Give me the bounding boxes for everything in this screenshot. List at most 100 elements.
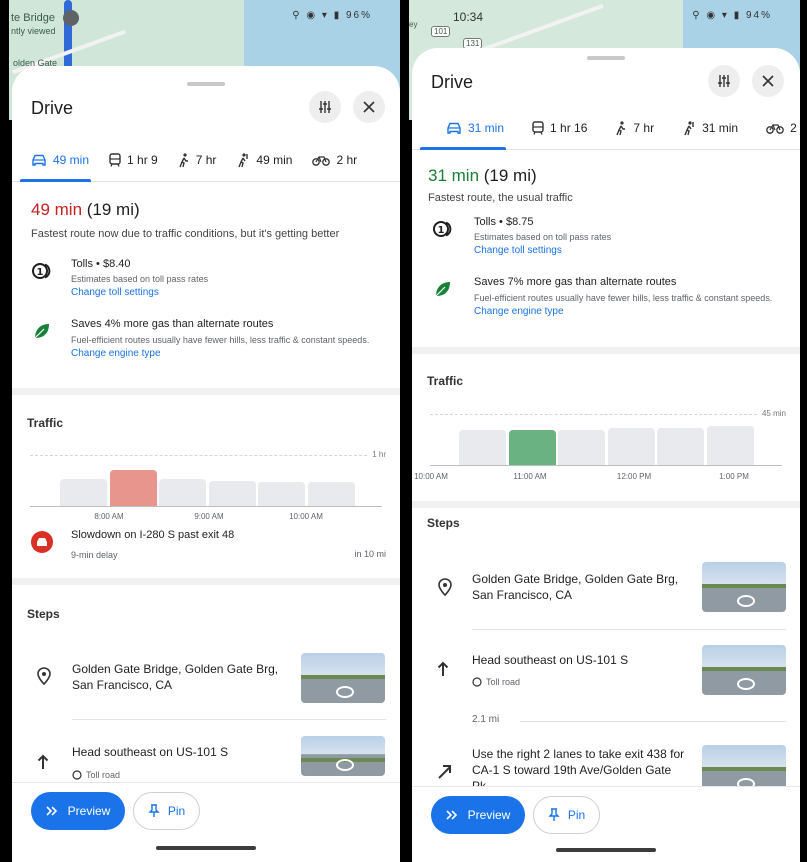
location-pin-icon: [438, 578, 452, 601]
street-view-thumbnail[interactable]: [702, 645, 786, 695]
chart-tick-label: 12:00 PM: [616, 472, 652, 481]
chart-tick-label: 1:00 PM: [719, 472, 749, 481]
pin-button[interactable]: Pin: [533, 796, 600, 834]
street-view-thumbnail[interactable]: [301, 736, 385, 776]
chart-tick-label: 8:00 AM: [94, 512, 124, 521]
status-icons: ⚲ ◉ ▾ ▮ 96%: [292, 10, 372, 21]
pin-button[interactable]: Pin: [133, 792, 200, 830]
step-item[interactable]: Golden Gate Bridge, Golden Gate Brg, San…: [427, 562, 786, 612]
chart-bar: [706, 426, 754, 465]
eta-distance: (19 mi): [86, 200, 140, 219]
step-text: Head southeast on US-101 S: [72, 745, 229, 759]
car-icon: [32, 154, 46, 166]
street-view-thumbnail[interactable]: [301, 653, 385, 703]
slowdown-alert[interactable]: Slowdown on I-280 S past exit 48 9-min d…: [31, 529, 386, 561]
eta-note: Fastest route, the usual traffic: [428, 192, 573, 204]
pin-label: Pin: [167, 804, 186, 818]
chart-bar: [60, 479, 107, 506]
eco-note: Fuel-efficient routes usually have fewer…: [474, 293, 773, 303]
step-item[interactable]: Golden Gate Bridge, Golden Gate Brg, San…: [27, 653, 386, 703]
double-chevron-icon: [46, 806, 57, 816]
tab-walk[interactable]: 7 hr: [597, 108, 664, 148]
phone-screen-right: 101 131 ey 10:34 ⚲ ◉ ▾ ▮ 94% Drive 31 mi…: [409, 0, 800, 862]
slowdown-text: Slowdown on I-280 S past exit 48: [71, 529, 235, 541]
eta: 31 min (19 mi): [428, 166, 788, 186]
ride-hail-icon: [684, 120, 694, 135]
change-engine-type-link[interactable]: Change engine type: [474, 306, 774, 317]
tab-label: 7 hr: [195, 153, 217, 167]
slowdown-distance: in 10 mi: [354, 549, 386, 559]
preview-button[interactable]: Preview: [431, 796, 525, 834]
change-toll-settings-link[interactable]: Change toll settings: [71, 287, 208, 298]
tab-transit[interactable]: 1 hr 16: [514, 108, 597, 148]
ride-hail-icon: [238, 152, 249, 167]
step-item[interactable]: Head southeast on US-101 S Toll road: [27, 736, 386, 780]
tune-icon: [319, 101, 331, 113]
tab-drive[interactable]: 31 min: [412, 108, 514, 150]
chart-baseline: [430, 465, 782, 466]
preview-button[interactable]: Preview: [31, 792, 125, 830]
chart-bar: [607, 428, 655, 465]
slowdown-icon-wrap: [31, 529, 59, 561]
tab-label: 7 hr: [633, 121, 655, 135]
tab-drive[interactable]: 49 min: [12, 140, 99, 182]
pin-label: Pin: [567, 808, 586, 822]
walk-icon: [616, 120, 626, 135]
tab-label: 2: [790, 121, 797, 135]
step-item[interactable]: Head southeast on US-101 S Toll road: [427, 645, 786, 695]
steps-title: Steps: [27, 607, 60, 621]
tab-walk[interactable]: 7 hr: [168, 140, 227, 180]
eta-time: 31 min: [428, 166, 480, 185]
eta-note: Fastest route now due to traffic conditi…: [31, 228, 340, 240]
bike-icon: [312, 156, 331, 166]
route-options-button[interactable]: [708, 65, 740, 97]
step-text: Golden Gate Bridge, Golden Gate Brg, San…: [72, 662, 279, 692]
chart-tick-label: 10:00 AM: [289, 512, 323, 521]
highway-shield: 101: [431, 26, 451, 37]
close-button[interactable]: [353, 91, 385, 123]
change-toll-settings-link[interactable]: Change toll settings: [474, 245, 611, 256]
tab-ride-hail[interactable]: 31 min: [664, 108, 748, 148]
tab-label: 2 hr: [336, 153, 358, 167]
chart-bar: [508, 430, 556, 465]
status-time: 10:34: [453, 10, 484, 24]
preview-label: Preview: [467, 808, 511, 822]
close-button[interactable]: [752, 65, 784, 97]
eta-distance: (19 mi): [483, 166, 537, 185]
tolls-info: 1 Tolls • $8.40 Estimates based on toll …: [31, 258, 386, 298]
transit-icon: [109, 153, 121, 167]
route-options-button[interactable]: [309, 91, 341, 123]
step-divider: [520, 721, 786, 722]
double-chevron-icon: [446, 810, 457, 820]
chart-tick-label: 9:00 AM: [194, 512, 224, 521]
arrow-up-icon: [37, 754, 49, 775]
eco-note: Fuel-efficient routes usually have fewer…: [71, 335, 370, 345]
toll-price: Tolls • $8.75: [474, 216, 534, 228]
section-divider: [412, 501, 800, 508]
traffic-title: Traffic: [427, 374, 464, 388]
tab-ride-hail[interactable]: 49 min: [226, 140, 302, 180]
drag-handle[interactable]: [187, 82, 225, 86]
change-engine-type-link[interactable]: Change engine type: [71, 348, 371, 359]
tab-label: 31 min: [468, 121, 505, 135]
step-text: Golden Gate Bridge, Golden Gate Brg, San…: [472, 572, 679, 602]
toll-note: Estimates based on toll pass rates: [474, 232, 612, 242]
close-icon: [363, 101, 375, 113]
tab-label: 1 hr 9: [127, 153, 158, 167]
chart-baseline: [30, 506, 382, 507]
page-title: Drive: [31, 98, 74, 118]
step-subtext: Toll road: [472, 677, 520, 687]
gesture-nav-bar[interactable]: [156, 846, 256, 850]
tab-transit[interactable]: 1 hr 9: [99, 140, 168, 180]
drag-handle[interactable]: [587, 56, 625, 60]
step-distance: 2.1 mi: [472, 714, 506, 725]
tab-bike[interactable]: 2 hr: [302, 140, 367, 180]
eco-savings: Saves 7% more gas than alternate routes: [474, 276, 677, 288]
section-divider: [412, 347, 800, 354]
chart-bars: [12, 455, 400, 506]
step-text: Head southeast on US-101 S: [472, 653, 629, 667]
street-view-thumbnail[interactable]: [702, 562, 786, 612]
tab-bike[interactable]: 2: [748, 108, 800, 148]
gesture-nav-bar[interactable]: [556, 848, 656, 852]
status-icons: ⚲ ◉ ▾ ▮ 94%: [692, 10, 772, 21]
